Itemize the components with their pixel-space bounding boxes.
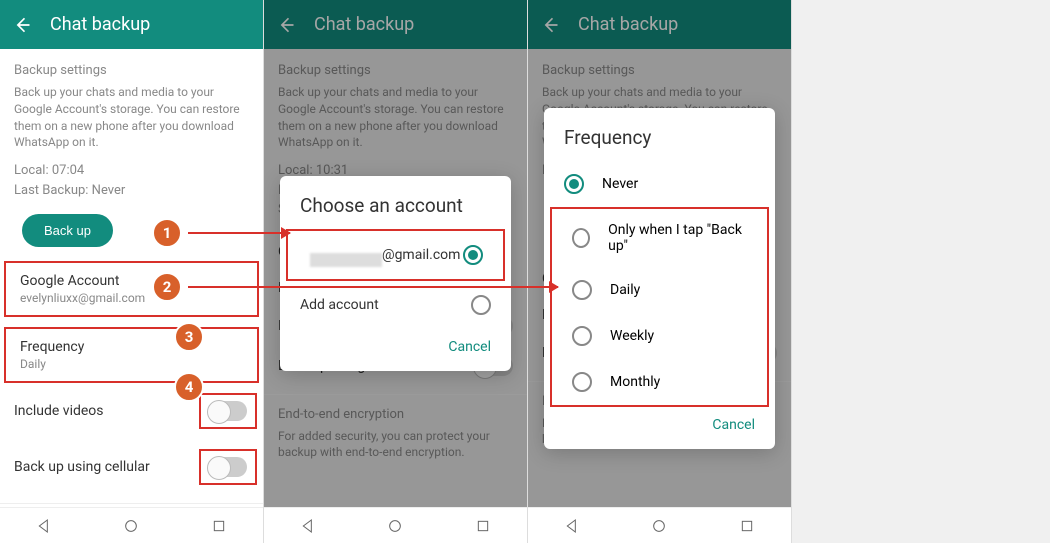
cellular-label: Back up using cellular [14, 459, 150, 475]
freq-monthly-label: Monthly [610, 374, 660, 390]
radio-unselected[interactable] [471, 295, 491, 315]
freq-never-label: Never [602, 176, 638, 192]
back-arrow-icon[interactable] [12, 15, 32, 35]
google-account-row[interactable]: Google Account evelynliuxx@gmail.com [4, 261, 259, 317]
redacted-name [310, 253, 382, 267]
frequency-dialog: Frequency Never Only when I tap "Back up… [544, 108, 775, 449]
radio-unselected[interactable] [572, 326, 592, 346]
section-title: Backup settings [14, 63, 249, 78]
appbar: Chat backup [0, 0, 263, 49]
callout-arrow-1 [188, 232, 290, 234]
backup-button[interactable]: Back up [22, 214, 113, 247]
dialog-title: Choose an account [280, 194, 511, 229]
cellular-row[interactable]: Back up using cellular [0, 439, 263, 495]
nav-back-icon[interactable] [36, 518, 52, 534]
phone-screen-3: Chat backup Backup settings Back up your… [528, 0, 792, 543]
include-videos-toggle[interactable] [209, 401, 247, 421]
radio-selected[interactable] [564, 174, 584, 194]
add-account-label: Add account [300, 297, 379, 313]
freq-tap-label: Only when I tap "Back up" [608, 222, 747, 254]
account-email-suffix: @gmail.com [382, 247, 460, 263]
google-account-label: Google Account [20, 273, 145, 289]
google-account-email: evelynliuxx@gmail.com [20, 291, 145, 305]
android-navbar [264, 507, 527, 543]
freq-weekly-label: Weekly [610, 328, 654, 344]
android-navbar [0, 507, 263, 543]
nav-home-icon[interactable] [387, 518, 403, 534]
account-option[interactable]: @gmail.com [286, 229, 505, 281]
section-desc: Back up your chats and media to your Goo… [14, 84, 249, 151]
nav-home-icon[interactable] [123, 518, 139, 534]
nav-recent-icon[interactable] [739, 518, 755, 534]
radio-unselected[interactable] [572, 372, 592, 392]
nav-recent-icon[interactable] [211, 518, 227, 534]
dialog-title: Frequency [544, 126, 775, 161]
nav-back-icon[interactable] [300, 518, 316, 534]
phone-screen-1: Chat backup Backup settings Back up your… [0, 0, 264, 543]
dialog-cancel-button[interactable]: Cancel [280, 329, 511, 361]
phone-screen-2: Chat backup Backup settings Back up your… [264, 0, 528, 543]
appbar-title: Chat backup [50, 14, 150, 35]
add-account-option[interactable]: Add account [280, 281, 511, 329]
cellular-toggle[interactable] [209, 457, 247, 477]
frequency-label: Frequency [20, 339, 84, 355]
callout-badge-3: 3 [174, 322, 204, 352]
callout-badge-4: 4 [174, 372, 204, 402]
callout-badge-1: 1 [152, 218, 182, 248]
include-videos-row[interactable]: Include videos [0, 383, 263, 439]
nav-home-icon[interactable] [651, 518, 667, 534]
nav-back-icon[interactable] [564, 518, 580, 534]
freq-tap[interactable]: Only when I tap "Back up" [552, 209, 767, 267]
freq-never[interactable]: Never [544, 161, 775, 207]
include-videos-label: Include videos [14, 403, 104, 419]
callout-badge-2: 2 [152, 272, 182, 302]
freq-daily[interactable]: Daily [552, 267, 767, 313]
radio-unselected[interactable] [572, 228, 590, 248]
radio-unselected[interactable] [572, 280, 592, 300]
dialog-cancel-button[interactable]: Cancel [544, 407, 775, 439]
radio-selected[interactable] [463, 245, 483, 265]
last-backup: Last Backup: Never [14, 181, 249, 201]
freq-daily-label: Daily [610, 282, 640, 298]
frequency-value: Daily [20, 357, 84, 371]
android-navbar [528, 507, 791, 543]
callout-arrow-2 [188, 286, 558, 288]
freq-monthly[interactable]: Monthly [552, 359, 767, 405]
local-time: Local: 07:04 [14, 161, 249, 181]
freq-weekly[interactable]: Weekly [552, 313, 767, 359]
frequency-row[interactable]: Frequency Daily [4, 327, 259, 383]
account-dialog: Choose an account @gmail.com Add account… [280, 176, 511, 371]
nav-recent-icon[interactable] [475, 518, 491, 534]
